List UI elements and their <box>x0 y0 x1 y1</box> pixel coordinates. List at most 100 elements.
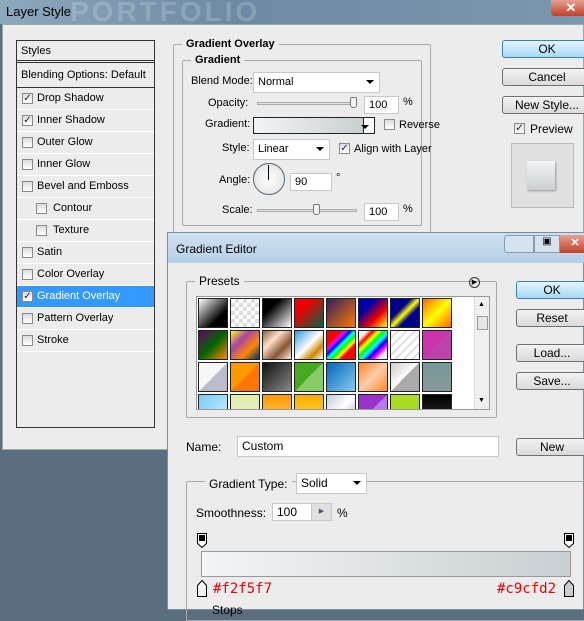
opacity-input[interactable]: 100 <box>364 96 399 114</box>
preset-swatch[interactable] <box>390 298 420 328</box>
scroll-down-icon[interactable]: ▼ <box>478 397 485 404</box>
smoothness-label: Smoothness: <box>196 506 267 520</box>
style-checkbox[interactable] <box>36 203 47 214</box>
close-button[interactable]: ✕ <box>560 235 584 253</box>
preset-swatch[interactable] <box>230 362 260 392</box>
preset-swatch[interactable] <box>358 394 388 409</box>
preset-swatch[interactable] <box>262 362 292 392</box>
preset-swatch[interactable] <box>262 298 292 328</box>
preset-swatch[interactable] <box>262 394 292 409</box>
angle-input[interactable]: 90 <box>290 173 332 191</box>
gradient-preview[interactable] <box>253 117 364 134</box>
angle-dial[interactable] <box>253 163 285 195</box>
align-with-layer-checkbox[interactable]: ✓ <box>339 143 350 154</box>
style-item[interactable]: Pattern Overlay <box>17 308 154 330</box>
style-select[interactable]: Linear <box>253 139 330 160</box>
style-checkbox[interactable] <box>22 247 33 258</box>
preset-swatch[interactable] <box>326 394 356 409</box>
smoothness-stepper[interactable]: ▶ <box>311 504 331 520</box>
scale-slider[interactable] <box>257 209 357 212</box>
opacity-slider[interactable] <box>257 102 357 105</box>
style-checkbox[interactable] <box>22 313 33 324</box>
preset-swatch[interactable] <box>326 362 356 392</box>
color-stop-right[interactable] <box>564 580 574 597</box>
style-checkbox[interactable] <box>36 225 47 236</box>
preset-swatch[interactable] <box>198 394 228 409</box>
ok-button[interactable]: OK <box>502 40 584 58</box>
style-checkbox[interactable] <box>22 159 33 170</box>
style-checkbox[interactable] <box>22 137 33 148</box>
style-item[interactable]: Color Overlay <box>17 264 154 286</box>
preset-swatch[interactable] <box>294 330 324 360</box>
style-item[interactable]: Stroke <box>17 330 154 352</box>
style-checkbox[interactable] <box>22 181 33 192</box>
new-style-button[interactable]: New Style... <box>502 96 584 114</box>
presets-scrollbar[interactable]: ▲ ▼ <box>474 297 489 409</box>
preset-swatch[interactable] <box>326 298 356 328</box>
styles-header[interactable]: Styles <box>17 41 154 63</box>
blend-mode-select[interactable]: Normal <box>253 72 380 93</box>
style-checkbox[interactable]: ✓ <box>22 93 33 104</box>
scale-input[interactable]: 100 <box>364 203 399 221</box>
preset-swatch[interactable] <box>390 330 420 360</box>
blending-options[interactable]: Blending Options: Default <box>17 65 154 88</box>
style-item[interactable]: Texture <box>17 220 154 242</box>
opacity-stop-right[interactable] <box>564 533 574 548</box>
style-item[interactable]: Inner Glow <box>17 154 154 176</box>
gradient-type-select[interactable]: Solid <box>296 473 367 494</box>
preset-swatch[interactable] <box>230 330 260 360</box>
style-item[interactable]: Bevel and Emboss <box>17 176 154 198</box>
style-checkbox[interactable] <box>22 335 33 346</box>
preset-swatch[interactable] <box>390 362 420 392</box>
save-button[interactable]: Save... <box>516 372 584 390</box>
gradient-editor-titlebar: Gradient Editor ▣ ✕ <box>168 233 584 263</box>
preset-swatch[interactable] <box>230 394 260 409</box>
preset-swatch[interactable] <box>422 394 452 409</box>
reverse-checkbox[interactable] <box>384 119 395 130</box>
maximize-button[interactable]: ▣ <box>534 235 560 253</box>
gradient-picker-dropdown[interactable] <box>361 117 375 134</box>
scroll-up-icon[interactable]: ▲ <box>478 301 485 308</box>
preset-swatch[interactable] <box>358 298 388 328</box>
preset-swatch[interactable] <box>294 394 324 409</box>
load-button[interactable]: Load... <box>516 344 584 362</box>
style-item[interactable]: Contour <box>17 198 154 220</box>
style-checkbox[interactable]: ✓ <box>22 115 33 126</box>
preview-checkbox[interactable]: ✓ <box>514 123 525 134</box>
style-item[interactable]: ✓ Gradient Overlay <box>17 286 154 308</box>
preset-swatch[interactable] <box>198 330 228 360</box>
preset-swatch[interactable] <box>326 330 356 360</box>
preset-swatch[interactable] <box>422 298 452 328</box>
preset-swatch[interactable] <box>198 298 228 328</box>
color-stop-left[interactable] <box>197 580 207 597</box>
new-button[interactable]: New <box>516 438 584 456</box>
style-checkbox[interactable] <box>22 269 33 280</box>
style-item[interactable]: ✓ Inner Shadow <box>17 110 154 132</box>
preset-swatch[interactable] <box>294 298 324 328</box>
preset-swatch[interactable] <box>422 362 452 392</box>
style-item[interactable]: ✓ Drop Shadow <box>17 88 154 110</box>
style-item[interactable]: Outer Glow <box>17 132 154 154</box>
preset-swatch[interactable] <box>230 298 260 328</box>
style-item[interactable]: Satin <box>17 242 154 264</box>
opacity-stop-left[interactable] <box>197 533 207 548</box>
style-checkbox[interactable]: ✓ <box>22 291 33 302</box>
scale-slider-thumb[interactable] <box>313 204 320 215</box>
reset-button[interactable]: Reset <box>516 309 584 327</box>
ge-ok-button[interactable]: OK <box>516 281 584 299</box>
preset-swatch[interactable] <box>198 362 228 392</box>
preset-swatch[interactable] <box>294 362 324 392</box>
close-button[interactable]: ✕ <box>551 0 584 16</box>
scrollbar-thumb[interactable] <box>477 316 488 330</box>
preset-swatch[interactable] <box>262 330 292 360</box>
preset-swatch[interactable] <box>358 362 388 392</box>
opacity-slider-thumb[interactable] <box>350 97 357 108</box>
minimize-button[interactable] <box>504 235 534 253</box>
presets-menu-icon[interactable]: ▶ <box>469 277 480 288</box>
name-input[interactable]: Custom <box>237 436 499 457</box>
preset-swatch[interactable] <box>390 394 420 409</box>
gradient-bar[interactable] <box>201 551 571 577</box>
preset-swatch[interactable] <box>422 330 452 360</box>
cancel-button[interactable]: Cancel <box>502 68 584 86</box>
preset-swatch[interactable] <box>358 330 388 360</box>
